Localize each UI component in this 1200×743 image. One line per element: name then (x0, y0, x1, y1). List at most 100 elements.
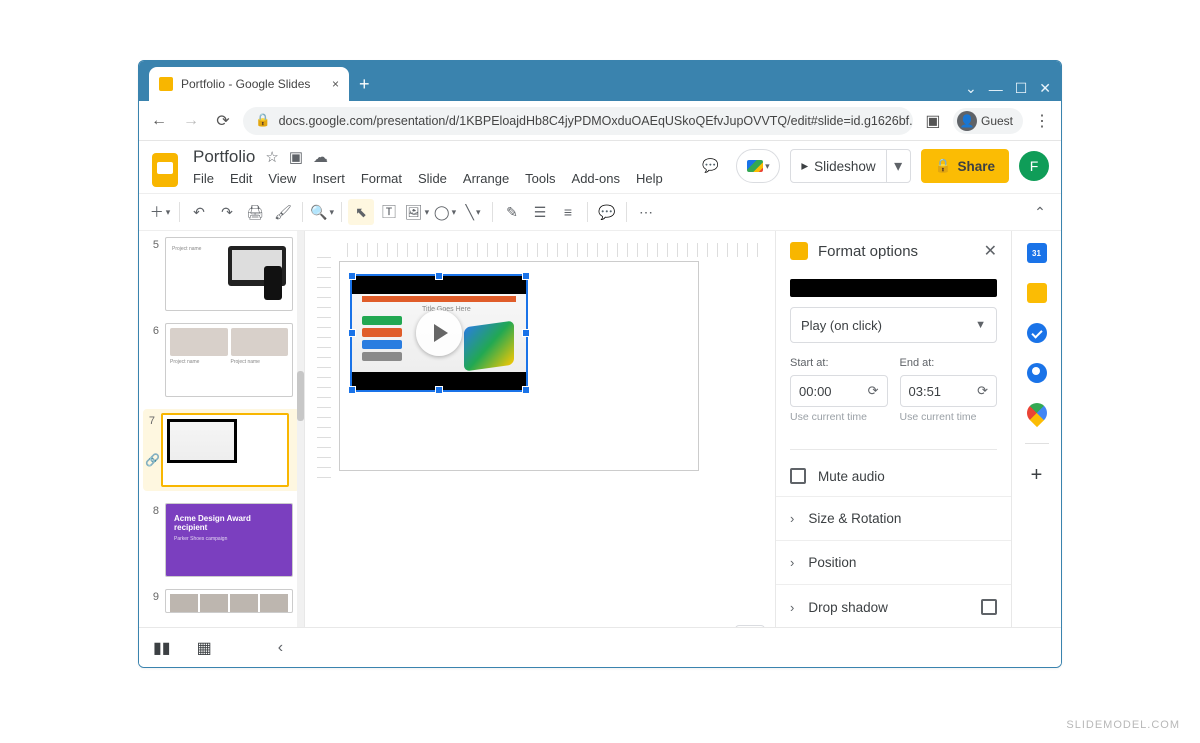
reset-button[interactable]: ≡ (555, 199, 581, 225)
chevron-right-icon: › (790, 555, 794, 570)
play-mode-dropdown[interactable]: Play (on click) ▼ (790, 307, 997, 343)
menu-insert[interactable]: Insert (312, 171, 345, 186)
menu-help[interactable]: Help (636, 171, 663, 186)
window-controls: ⌄ — ☐ ✕ (955, 76, 1061, 101)
section-drop-shadow[interactable]: › Drop shadow (776, 584, 1011, 629)
checkbox-icon (981, 599, 997, 615)
link-icon: 🔗 (145, 453, 160, 467)
use-current-start[interactable]: Use current time (790, 411, 888, 423)
panel-close-icon[interactable]: ✕ (984, 241, 997, 261)
mute-audio-checkbox[interactable]: Mute audio (776, 456, 1011, 496)
tab-title: Portfolio - Google Slides (181, 77, 310, 91)
print-button[interactable]: 🖨 (242, 199, 268, 225)
slide-thumb-7[interactable]: 7 🔗 (143, 409, 300, 491)
menu-format[interactable]: Format (361, 171, 402, 186)
tab-close-icon[interactable]: × (332, 77, 339, 91)
minimize-icon[interactable]: — (989, 81, 1003, 97)
reset-start-icon[interactable]: ⟳ (868, 383, 879, 399)
menu-addons[interactable]: Add-ons (572, 171, 620, 186)
back-button[interactable]: ← (147, 109, 171, 133)
reading-list-icon[interactable]: ▣ (921, 109, 945, 133)
filmstrip-scrollbar[interactable] (297, 231, 304, 665)
menu-view[interactable]: View (268, 171, 296, 186)
new-slide-button[interactable]: ＋ (147, 199, 173, 225)
maps-icon[interactable] (1022, 399, 1050, 427)
grid-view-icon[interactable]: ▦ (197, 638, 212, 658)
reset-end-icon[interactable]: ⟳ (977, 383, 988, 399)
video-element[interactable]: Title Goes Here (350, 274, 528, 392)
star-icon[interactable]: ☆ (265, 148, 278, 166)
section-position[interactable]: › Position (776, 540, 1011, 584)
menu-tools[interactable]: Tools (525, 171, 555, 186)
browser-menu-icon[interactable]: ⋮ (1031, 111, 1053, 131)
slide-thumb-9[interactable]: 9 (147, 589, 300, 613)
filmstrip-view-icon[interactable]: ▮▮ (153, 638, 171, 658)
play-icon[interactable] (416, 310, 462, 356)
resize-handle[interactable] (522, 386, 530, 394)
keep-icon[interactable] (1027, 283, 1047, 303)
profile-button[interactable]: 👤 Guest (953, 108, 1023, 134)
comment-button[interactable]: 💬 (594, 199, 620, 225)
redo-button[interactable]: ↷ (214, 199, 240, 225)
resize-handle[interactable] (435, 386, 443, 394)
menu-edit[interactable]: Edit (230, 171, 252, 186)
slide-thumb-5[interactable]: 5 Project name (147, 237, 300, 311)
checkbox-icon (790, 468, 806, 484)
resize-handle[interactable] (435, 272, 443, 280)
section-size-rotation[interactable]: › Size & Rotation (776, 496, 1011, 540)
cloud-icon[interactable]: ☁ (313, 148, 328, 166)
start-time-input[interactable]: 00:00 ⟳ (790, 375, 888, 407)
end-time-input[interactable]: 03:51 ⟳ (900, 375, 998, 407)
image-tool[interactable]: 🖼 (404, 199, 430, 225)
move-icon[interactable]: ▣ (289, 148, 303, 166)
maximize-icon[interactable]: ☐ (1015, 80, 1028, 97)
more-button[interactable]: ⋯ (633, 199, 659, 225)
mask-button[interactable]: ☰ (527, 199, 553, 225)
textbox-tool[interactable]: 🅃 (376, 199, 402, 225)
paint-format-button[interactable]: 🖌 (270, 199, 296, 225)
user-avatar[interactable]: F (1019, 151, 1049, 181)
crop-button[interactable]: ✎ (499, 199, 525, 225)
menu-slide[interactable]: Slide (418, 171, 447, 186)
start-label: Start at: (790, 357, 888, 369)
share-button[interactable]: 🔒 Share (921, 149, 1009, 183)
slide-canvas[interactable]: Title Goes Here (339, 261, 699, 471)
calendar-icon[interactable] (1027, 243, 1047, 263)
menu-arrange[interactable]: Arrange (463, 171, 509, 186)
menu-file[interactable]: File (193, 171, 214, 186)
slide-thumb-8[interactable]: 8 Acme Design Award recipientParker Shoe… (147, 503, 300, 577)
resize-handle[interactable] (522, 272, 530, 280)
comments-icon[interactable]: 💬 (694, 150, 726, 182)
forward-button[interactable]: → (179, 109, 203, 133)
guest-label: Guest (981, 114, 1013, 128)
collapse-toolbar-icon[interactable]: ⌃ (1027, 199, 1053, 225)
url-bar[interactable]: 🔒 docs.google.com/presentation/d/1KBPElo… (243, 107, 913, 135)
reload-button[interactable]: ⟳ (211, 109, 235, 133)
meet-button[interactable]: ▾ (736, 149, 780, 183)
close-window-icon[interactable]: ✕ (1039, 80, 1051, 97)
chevron-down-icon[interactable]: ⌄ (965, 80, 977, 97)
resize-handle[interactable] (522, 329, 530, 337)
document-title[interactable]: Portfolio (193, 147, 255, 167)
shape-tool[interactable]: ◯ (432, 199, 458, 225)
zoom-button[interactable]: 🔍 (309, 199, 335, 225)
undo-button[interactable]: ↶ (186, 199, 212, 225)
workspace: 5 Project name 6 Project nameProject nam… (139, 231, 1061, 665)
slideshow-button[interactable]: ▸Slideshow ▾ (790, 149, 910, 183)
resize-handle[interactable] (348, 329, 356, 337)
add-addon-icon[interactable]: + (1031, 464, 1043, 487)
chevron-right-icon: › (790, 600, 794, 615)
collapse-filmstrip-icon[interactable]: ‹ (278, 639, 283, 657)
line-tool[interactable]: ╲ (460, 199, 486, 225)
tasks-icon[interactable] (1027, 323, 1047, 343)
new-tab-button[interactable]: + (359, 74, 370, 95)
resize-handle[interactable] (348, 272, 356, 280)
select-tool[interactable]: ⬉ (348, 199, 374, 225)
resize-handle[interactable] (348, 386, 356, 394)
use-current-end[interactable]: Use current time (900, 411, 998, 423)
browser-tab[interactable]: Portfolio - Google Slides × (149, 67, 349, 101)
contacts-icon[interactable] (1027, 363, 1047, 383)
slides-logo[interactable] (147, 147, 183, 193)
slideshow-dropdown[interactable]: ▾ (886, 150, 910, 182)
slide-thumb-6[interactable]: 6 Project nameProject name (147, 323, 300, 397)
